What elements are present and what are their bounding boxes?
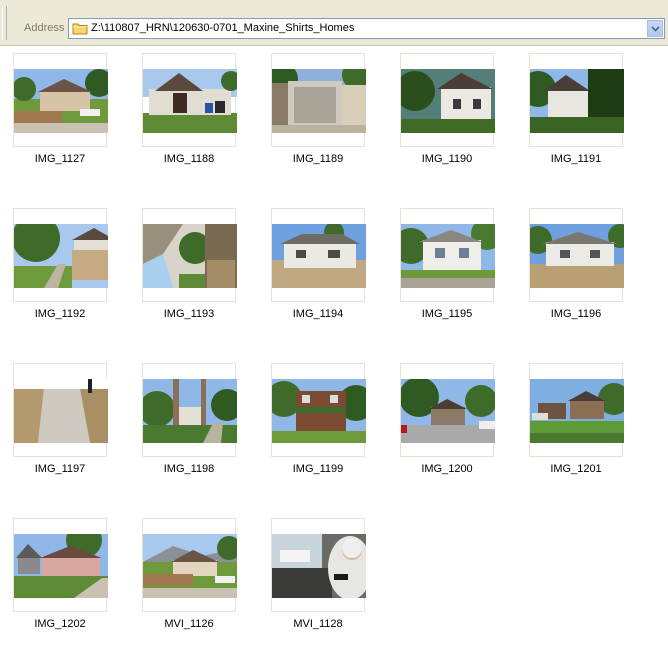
file-name: IMG_1189 — [292, 153, 344, 165]
thumbnail-image — [530, 69, 624, 133]
file-item[interactable]: IMG_1201 — [516, 356, 636, 486]
thumbnail-frame[interactable] — [271, 363, 366, 457]
file-item[interactable]: MVI_1126 — [129, 511, 249, 641]
thumbnail-image — [272, 534, 366, 598]
file-item[interactable]: IMG_1188 — [129, 46, 249, 176]
file-name: IMG_1200 — [421, 463, 473, 475]
address-label: Address — [24, 22, 65, 34]
file-name: IMG_1193 — [163, 308, 215, 320]
thumbnail-image — [272, 69, 366, 133]
thumbnail-image — [530, 224, 624, 288]
file-name: IMG_1194 — [292, 308, 344, 320]
thumbnail-frame[interactable] — [13, 53, 108, 147]
file-item[interactable]: IMG_1194 — [258, 201, 378, 331]
file-item[interactable]: IMG_1202 — [0, 511, 120, 641]
thumbnail-image — [143, 534, 237, 598]
file-name: IMG_1202 — [34, 618, 86, 630]
thumbnail-image — [143, 224, 237, 288]
file-item[interactable]: IMG_1198 — [129, 356, 249, 486]
thumbnail-frame[interactable] — [13, 363, 108, 457]
file-item[interactable]: IMG_1191 — [516, 46, 636, 176]
file-item[interactable]: IMG_1200 — [387, 356, 507, 486]
thumbnail-image — [401, 69, 495, 133]
thumbnail-frame[interactable] — [142, 53, 237, 147]
thumbnail-frame[interactable] — [142, 363, 237, 457]
thumbnail-image — [14, 69, 108, 133]
thumbnail-frame[interactable] — [271, 208, 366, 302]
file-name: IMG_1195 — [421, 308, 473, 320]
file-name: MVI_1128 — [293, 618, 343, 630]
chevron-down-icon[interactable] — [647, 20, 663, 37]
file-name: IMG_1198 — [163, 463, 215, 475]
file-item[interactable]: IMG_1195 — [387, 201, 507, 331]
thumbnail-grid: IMG_1127 IMG_1188 IMG_1189 IMG_1190 IMG_… — [0, 46, 668, 654]
thumbnail-image — [272, 379, 366, 443]
file-item[interactable]: IMG_1193 — [129, 201, 249, 331]
address-field[interactable]: Z:\110807_HRN\120630-0701_Maxine_Shirts_… — [68, 18, 665, 39]
thumbnail-image — [14, 224, 108, 288]
file-name: IMG_1201 — [550, 463, 602, 475]
file-item[interactable]: IMG_1192 — [0, 201, 120, 331]
file-name: IMG_1127 — [34, 153, 86, 165]
thumbnail-image — [401, 224, 495, 288]
toolbar-grip[interactable] — [2, 6, 7, 40]
thumbnail-frame[interactable] — [529, 53, 624, 147]
file-name: IMG_1197 — [34, 463, 86, 475]
thumbnail-image — [14, 379, 108, 443]
file-item[interactable]: IMG_1127 — [0, 46, 120, 176]
thumbnail-frame[interactable] — [271, 53, 366, 147]
thumbnail-image — [14, 534, 108, 598]
file-name: IMG_1196 — [550, 308, 602, 320]
file-name: IMG_1199 — [292, 463, 344, 475]
file-name: IMG_1188 — [163, 153, 215, 165]
thumbnail-frame[interactable] — [271, 518, 366, 612]
thumbnail-frame[interactable] — [529, 208, 624, 302]
address-path: Z:\110807_HRN\120630-0701_Maxine_Shirts_… — [91, 22, 355, 34]
file-name: IMG_1190 — [421, 153, 473, 165]
file-item[interactable]: IMG_1190 — [387, 46, 507, 176]
file-name: IMG_1192 — [34, 308, 86, 320]
file-name: IMG_1191 — [550, 153, 602, 165]
thumbnail-frame[interactable] — [13, 518, 108, 612]
thumbnail-frame[interactable] — [400, 53, 495, 147]
address-bar: Address Z:\110807_HRN\120630-0701_Maxine… — [0, 0, 668, 46]
thumbnail-frame[interactable] — [142, 518, 237, 612]
thumbnail-frame[interactable] — [400, 363, 495, 457]
thumbnail-frame[interactable] — [400, 208, 495, 302]
folder-icon — [72, 22, 88, 35]
file-item[interactable]: IMG_1199 — [258, 356, 378, 486]
thumbnail-image — [401, 379, 495, 443]
thumbnail-image — [143, 69, 237, 133]
file-item[interactable]: IMG_1189 — [258, 46, 378, 176]
thumbnail-frame[interactable] — [142, 208, 237, 302]
thumbnail-frame[interactable] — [13, 208, 108, 302]
thumbnail-image — [272, 224, 366, 288]
file-item[interactable]: IMG_1197 — [0, 356, 120, 486]
file-item[interactable]: IMG_1196 — [516, 201, 636, 331]
thumbnail-image — [143, 379, 237, 443]
file-item[interactable]: MVI_1128 — [258, 511, 378, 641]
thumbnail-frame[interactable] — [529, 363, 624, 457]
thumbnail-image — [530, 379, 624, 443]
file-name: MVI_1126 — [164, 618, 214, 630]
